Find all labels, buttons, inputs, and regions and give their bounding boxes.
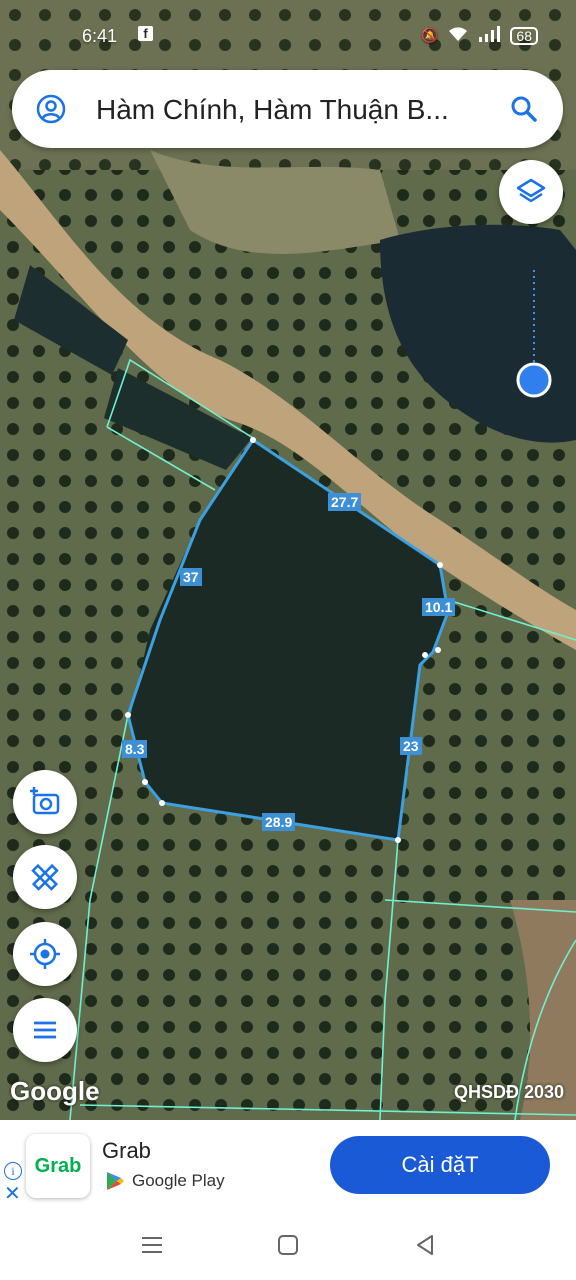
measure-label: 23 bbox=[400, 737, 422, 755]
home-icon[interactable] bbox=[275, 1232, 301, 1258]
google-play-icon bbox=[107, 1172, 124, 1190]
back-icon[interactable] bbox=[412, 1232, 438, 1258]
mute-icon: 🔕 bbox=[420, 27, 439, 43]
ad-close-icon[interactable]: ✕ bbox=[4, 1184, 21, 1204]
ad-title[interactable]: Grab bbox=[102, 1138, 151, 1164]
install-button[interactable]: Cài đặT bbox=[330, 1136, 550, 1194]
my-location-button[interactable] bbox=[13, 922, 77, 986]
status-icons: 🔕 68 bbox=[421, 26, 538, 45]
measure-label: 27.7 bbox=[328, 493, 362, 511]
crosshair-icon bbox=[30, 939, 60, 969]
google-watermark: Google bbox=[10, 1076, 100, 1106]
measure-label: 37 bbox=[180, 568, 202, 586]
wifi-icon bbox=[448, 26, 468, 45]
current-location-dot bbox=[516, 362, 552, 398]
search-icon[interactable] bbox=[509, 94, 539, 124]
satellite-map[interactable] bbox=[0, 0, 576, 1120]
measure-label: 10.1 bbox=[422, 598, 456, 616]
account-circle-icon[interactable] bbox=[36, 94, 66, 124]
menu-button[interactable] bbox=[13, 998, 77, 1062]
plan-layer-label: QHSDĐ 2030 bbox=[453, 1082, 564, 1102]
layers-button[interactable] bbox=[499, 160, 563, 224]
camera-add-button[interactable] bbox=[13, 770, 77, 834]
menu-icon bbox=[34, 1021, 56, 1039]
ad-store: Google Play bbox=[104, 1170, 225, 1192]
status-time: 6:41 bbox=[82, 26, 118, 46]
facebook-notification-icon: f bbox=[138, 26, 153, 41]
ad-banner[interactable]: i ✕ Grab Grab Google Play Cài đặT bbox=[0, 1120, 576, 1210]
map-view[interactable]: 27.7 10.1 23 28.9 8.3 37 Google QHSDĐ 20… bbox=[0, 0, 576, 1120]
search-input[interactable]: Hàm Chính, Hàm Thuận B... bbox=[96, 94, 506, 126]
system-nav-bar bbox=[0, 1210, 576, 1280]
ad-info-icon[interactable]: i bbox=[4, 1162, 22, 1180]
camera-add-icon bbox=[30, 787, 60, 815]
battery-icon: 68 bbox=[510, 26, 538, 45]
grab-app-icon[interactable]: Grab bbox=[26, 1134, 90, 1198]
store-label: Google Play bbox=[132, 1171, 225, 1190]
signal-icon bbox=[478, 26, 501, 45]
measure-label: 28.9 bbox=[262, 813, 296, 831]
measure-button[interactable] bbox=[13, 845, 77, 909]
recent-apps-icon[interactable] bbox=[139, 1232, 165, 1258]
measure-label: 8.3 bbox=[122, 740, 148, 758]
layers-icon bbox=[516, 178, 546, 203]
search-bar[interactable]: Hàm Chính, Hàm Thuận B... bbox=[12, 70, 563, 148]
ruler-pencil-icon bbox=[31, 863, 59, 891]
status-bar: 6:41 f 🔕 68 bbox=[0, 0, 576, 72]
